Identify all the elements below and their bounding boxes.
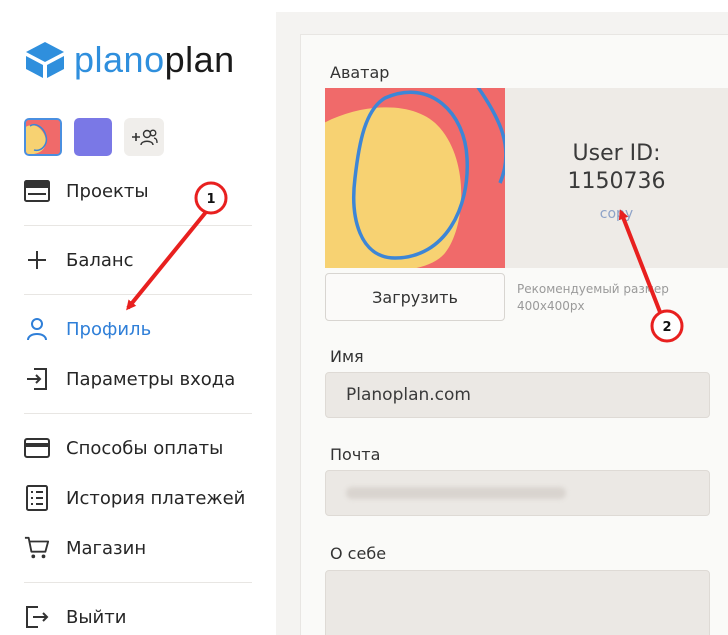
sidebar-item-label: Проекты [66,180,149,202]
receipt-icon [24,485,50,511]
divider [24,225,252,226]
sidebar-item-label: Параметры входа [66,368,236,390]
divider [24,294,252,295]
user-id-title: User ID: [572,141,661,166]
email-value-blurred [346,487,566,499]
login-icon [24,366,50,392]
avatar-label: Аватар [330,63,390,82]
sidebar-item-login-settings[interactable]: Параметры входа [24,354,252,404]
add-workspace-button[interactable] [124,118,164,156]
planoplan-logo-icon [26,42,64,78]
logout-icon [24,604,50,630]
projects-icon [24,178,50,204]
workspace-secondary[interactable] [74,118,112,156]
divider [24,582,252,583]
avatar [325,88,505,268]
user-id-panel: User ID: 1150736 copy [505,88,728,268]
sidebar-item-label: Магазин [66,537,147,559]
sidebar-menu: Проекты Баланс Профиль Параметры входа С… [24,166,252,635]
sidebar: planoplan Проекты Баланс Профиль Парамет… [0,0,276,635]
sidebar-item-payment-history[interactable]: История платежей [24,473,252,523]
credit-card-icon [24,435,50,461]
name-input[interactable]: Planoplan.com [325,372,710,418]
upload-avatar-button[interactable]: Загрузить [325,273,505,321]
sidebar-item-label: История платежей [66,487,246,509]
name-value: Planoplan.com [346,385,471,405]
email-label: Почта [330,445,381,464]
sidebar-item-label: Профиль [66,318,152,340]
plus-icon [24,247,50,273]
about-textarea[interactable] [325,570,710,635]
user-icon [24,316,50,342]
user-id-value: 1150736 [567,169,666,194]
avatar-size-hint: Рекомендуемый размер 400x400px [517,282,669,313]
sidebar-item-payment-methods[interactable]: Способы оплаты [24,423,252,473]
add-user-icon [132,129,158,146]
sidebar-item-logout[interactable]: Выйти [24,592,252,635]
name-label: Имя [330,347,364,366]
sidebar-item-shop[interactable]: Магазин [24,523,252,573]
sidebar-item-label: Способы оплаты [66,437,224,459]
planoplan-logo[interactable]: planoplan [24,40,235,80]
email-input[interactable] [325,470,710,516]
divider [24,413,252,414]
sidebar-item-label: Выйти [66,606,127,628]
workspace-switcher [24,118,164,156]
copy-user-id-link[interactable]: copy [505,206,728,222]
logo-text: planoplan [74,39,235,80]
cart-icon [24,535,50,561]
sidebar-item-profile[interactable]: Профиль [24,304,252,354]
sidebar-item-balance[interactable]: Баланс [24,235,252,285]
workspace-current[interactable] [24,118,62,156]
about-label: О себе [330,544,387,563]
sidebar-item-projects[interactable]: Проекты [24,166,252,216]
sidebar-item-label: Баланс [66,249,134,271]
